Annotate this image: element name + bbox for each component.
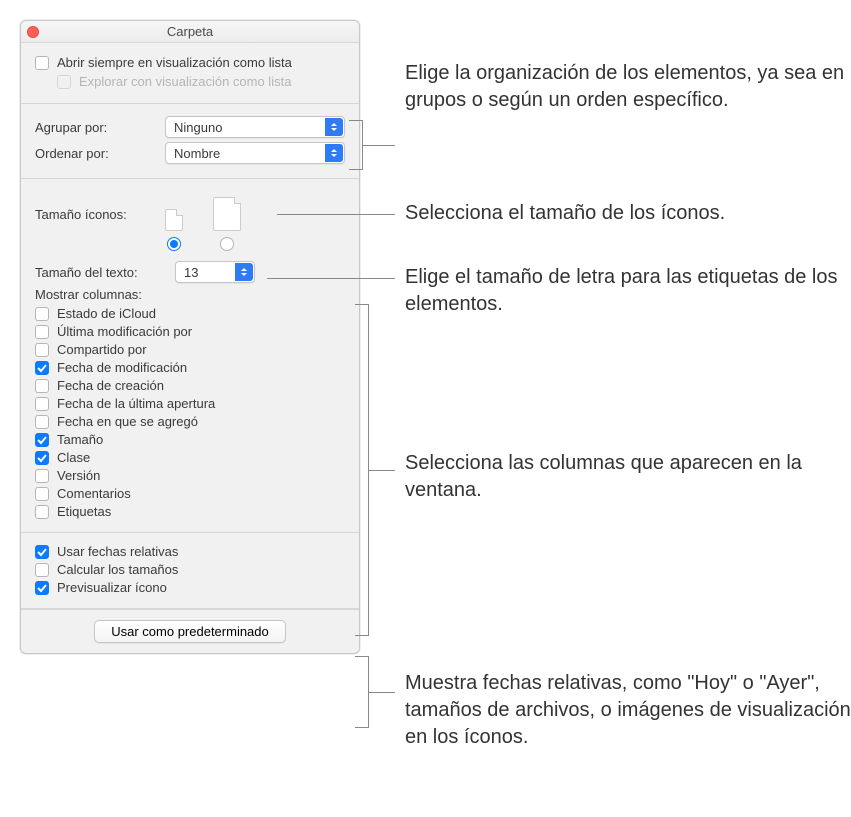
bottom-option-label: Previsualizar ícono [57, 580, 167, 595]
use-as-default-button[interactable]: Usar como predeterminado [94, 620, 286, 643]
column-option-label: Fecha de la última apertura [57, 396, 215, 411]
column-option-label: Tamaño [57, 432, 103, 447]
callout-lead [363, 145, 395, 146]
appearance-section: Tamaño íconos: Tamaño del texto: 13 [21, 179, 359, 533]
select-text-size-value: 13 [184, 265, 198, 280]
chevron-updown-icon [325, 118, 343, 136]
column-option-checkbox[interactable] [35, 397, 49, 411]
bottom-option-label: Calcular los tamaños [57, 562, 178, 577]
column-option-checkbox[interactable] [35, 451, 49, 465]
column-option-label: Última modificación por [57, 324, 192, 339]
callout-text-organization: Elige la organización de los elementos, … [405, 60, 851, 114]
select-group-by-value: Ninguno [174, 120, 222, 135]
column-option-checkbox[interactable] [35, 487, 49, 501]
callout-text-text-size: Elige el tamaño de letra para las etique… [405, 264, 851, 318]
callout-bracket [349, 120, 363, 170]
callout-bracket [355, 304, 369, 636]
view-options-panel: Carpeta Abrir siempre en visualización c… [20, 20, 360, 654]
column-option-checkbox[interactable] [35, 361, 49, 375]
bottom-option-checkbox[interactable] [35, 581, 49, 595]
chevron-updown-icon [235, 263, 253, 281]
checkbox-browse-list [57, 75, 71, 89]
grouping-section: Agrupar por: Ninguno Ordenar por: Nombre [21, 104, 359, 179]
column-option-label: Compartido por [57, 342, 147, 357]
column-option-checkbox[interactable] [35, 325, 49, 339]
callout-text-bottom: Muestra fechas relativas, como "Hoy" o "… [405, 670, 851, 751]
callout-lead [369, 692, 395, 693]
document-icon [165, 209, 183, 231]
column-option-checkbox[interactable] [35, 469, 49, 483]
column-option-label: Versión [57, 468, 100, 483]
column-option-label: Etiquetas [57, 504, 111, 519]
callout-lead [277, 214, 395, 215]
callout-text-icon-size: Selecciona el tamaño de los íconos. [405, 200, 851, 227]
label-icon-size: Tamaño íconos: [35, 191, 165, 222]
close-icon[interactable] [27, 26, 39, 38]
label-text-size: Tamaño del texto: [35, 265, 175, 280]
label-show-columns: Mostrar columnas: [35, 287, 345, 302]
column-option-checkbox[interactable] [35, 343, 49, 357]
columns-list: Estado de iCloud Última modificación por C… [35, 306, 345, 519]
checkbox-always-list[interactable] [35, 56, 49, 70]
column-option-checkbox[interactable] [35, 307, 49, 321]
bottom-section: Usar fechas relativas Calcular los tamaño… [21, 533, 359, 609]
top-section: Abrir siempre en visualización como list… [21, 43, 359, 104]
label-always-list: Abrir siempre en visualización como list… [57, 55, 292, 70]
footer: Usar como predeterminado [21, 609, 359, 653]
column-option-checkbox[interactable] [35, 379, 49, 393]
column-option-label: Estado de iCloud [57, 306, 156, 321]
column-option-checkbox[interactable] [35, 505, 49, 519]
column-option-label: Fecha de creación [57, 378, 164, 393]
callout-bracket [355, 656, 369, 728]
select-text-size[interactable]: 13 [175, 261, 255, 283]
bottom-option-checkbox[interactable] [35, 563, 49, 577]
column-option-label: Fecha en que se agregó [57, 414, 198, 429]
label-group-by: Agrupar por: [35, 120, 165, 135]
callout-lead [369, 470, 395, 471]
column-option-label: Fecha de modificación [57, 360, 187, 375]
radio-icon-large[interactable] [220, 237, 234, 251]
column-option-label: Clase [57, 450, 90, 465]
label-browse-list: Explorar con visualización como lista [79, 74, 291, 89]
select-sort-by-value: Nombre [174, 146, 220, 161]
document-icon [213, 197, 241, 231]
titlebar: Carpeta [21, 21, 359, 43]
callout-lead [267, 278, 395, 279]
label-sort-by: Ordenar por: [35, 146, 165, 161]
window-title: Carpeta [167, 24, 213, 39]
chevron-updown-icon [325, 144, 343, 162]
column-option-checkbox[interactable] [35, 433, 49, 447]
column-option-checkbox[interactable] [35, 415, 49, 429]
select-group-by[interactable]: Ninguno [165, 116, 345, 138]
callout-text-columns: Selecciona las columnas que aparecen en … [405, 450, 851, 504]
bottom-options-list: Usar fechas relativas Calcular los tamaño… [35, 544, 345, 595]
radio-icon-small[interactable] [167, 237, 181, 251]
bottom-option-label: Usar fechas relativas [57, 544, 178, 559]
bottom-option-checkbox[interactable] [35, 545, 49, 559]
column-option-label: Comentarios [57, 486, 131, 501]
select-sort-by[interactable]: Nombre [165, 142, 345, 164]
